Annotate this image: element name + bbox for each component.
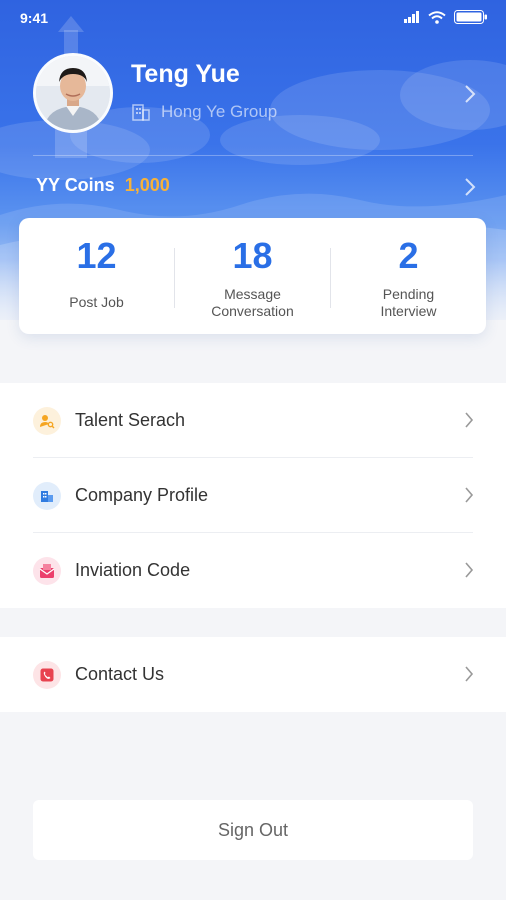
chevron-right-icon — [465, 487, 474, 503]
battery-icon — [454, 10, 487, 24]
talent-search-icon — [33, 406, 61, 435]
chevron-right-icon — [465, 412, 474, 428]
wifi-icon — [428, 10, 446, 24]
phone-icon — [33, 660, 61, 689]
header-divider — [33, 155, 473, 156]
coins-chevron-icon[interactable] — [464, 177, 476, 197]
avatar-photo — [36, 56, 110, 130]
avatar[interactable] — [33, 53, 113, 133]
stats-card: 12 Post Job 18 Message Conversation 2 Pe… — [19, 218, 486, 334]
menu-item-label: Talent Serach — [75, 410, 186, 430]
menu-item-label: Inviation Code — [75, 560, 191, 580]
invitation-icon — [33, 556, 61, 585]
profile-chevron-icon[interactable] — [464, 84, 476, 104]
building-icon — [132, 104, 150, 121]
status-bar: 9:41 — [0, 0, 506, 36]
coins-row[interactable]: YY Coins 1,000 — [36, 175, 170, 196]
stat-value: 18 — [232, 235, 273, 276]
menu-item-label: Contact Us — [75, 664, 165, 684]
menu-item-label: Company Profile — [75, 485, 209, 505]
company-name: Hong Ye Group — [161, 102, 278, 121]
user-name: Teng Yue — [131, 60, 240, 88]
status-time: 9:41 — [20, 10, 49, 26]
company-icon — [33, 481, 61, 510]
stat-label: Message Conversation — [211, 286, 294, 319]
menu-item-invitation-code[interactable]: Inviation Code — [0, 533, 506, 608]
chevron-right-icon — [465, 562, 474, 578]
stat-message-conversation[interactable]: 18 Message Conversation — [175, 218, 330, 334]
menu-group-main: Talent Serach Company Profile Inviation … — [0, 383, 506, 608]
stat-label: Post Job — [69, 294, 124, 310]
menu-item-contact-us[interactable]: Contact Us — [0, 637, 506, 712]
coins-value: 1,000 — [124, 175, 170, 195]
company-row[interactable]: Hong Ye Group — [131, 102, 277, 122]
menu-item-talent-search[interactable]: Talent Serach — [0, 383, 506, 458]
stat-value: 2 — [398, 235, 419, 276]
coins-label: YY Coins — [36, 175, 115, 195]
sign-out-button[interactable]: Sign Out — [33, 800, 473, 860]
menu-item-company-profile[interactable]: Company Profile — [0, 458, 506, 533]
stat-label: Pending Interview — [380, 286, 437, 319]
stat-pending-interview[interactable]: 2 Pending Interview — [331, 218, 486, 334]
stat-value: 12 — [76, 235, 117, 276]
chevron-right-icon — [465, 666, 474, 682]
menu-group-support: Contact Us — [0, 637, 506, 712]
signal-icon — [404, 11, 419, 23]
stat-post-job[interactable]: 12 Post Job — [19, 218, 174, 334]
